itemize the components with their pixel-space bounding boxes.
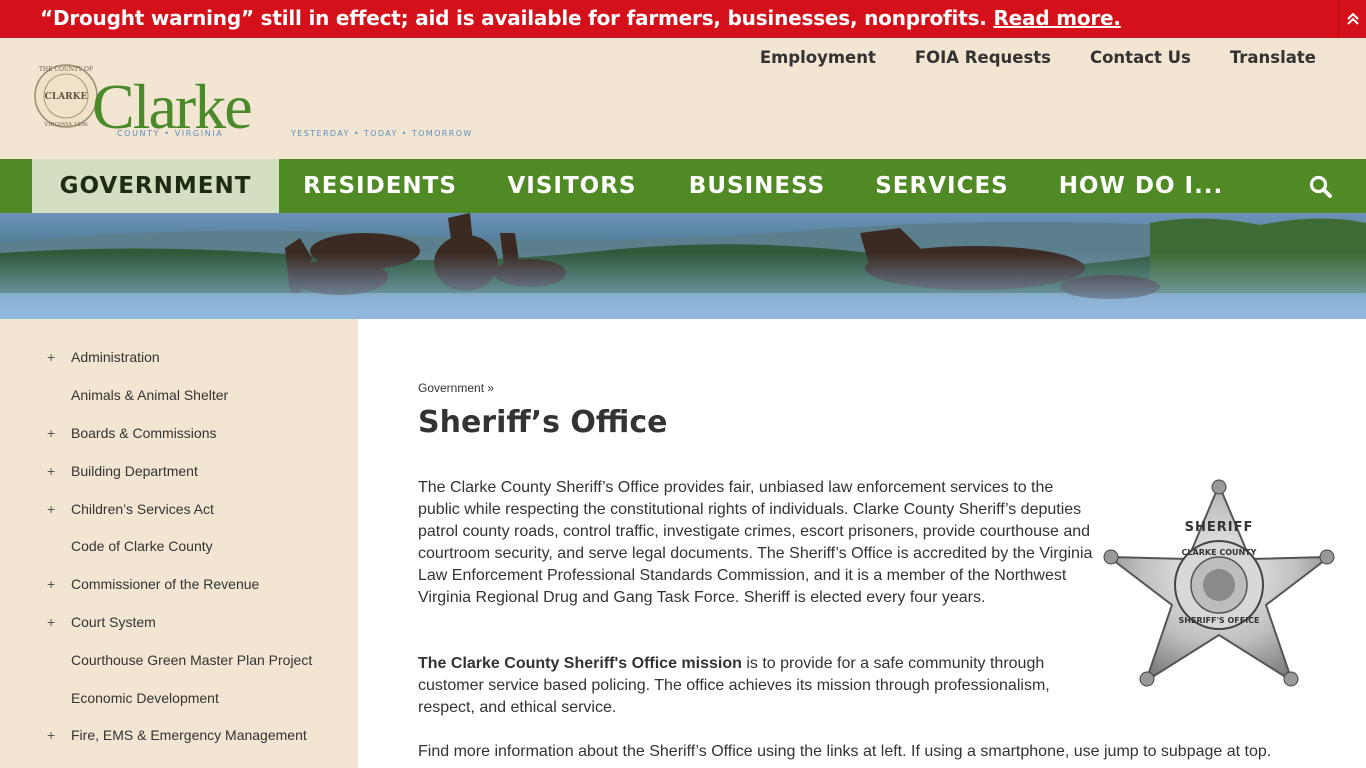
sidebar-item-administration[interactable]: + Administration: [0, 349, 358, 387]
logo-subtitle: COUNTY • VIRGINIA: [117, 129, 223, 138]
expand-icon[interactable]: +: [47, 727, 55, 743]
utility-link-contact[interactable]: Contact Us: [1090, 48, 1191, 67]
main-content: Government » Sheriff’s Office The Clarke…: [358, 319, 1366, 768]
sidebar-item-court[interactable]: + Court System: [0, 614, 358, 652]
sidebar-item-fire-ems[interactable]: + Fire, EMS & Emergency Management: [0, 727, 358, 765]
utility-link-employment[interactable]: Employment: [760, 48, 876, 67]
sidebar-nav: + Administration Animals & Animal Shelte…: [0, 319, 358, 768]
sidebar-item-animals[interactable]: Animals & Animal Shelter: [0, 387, 358, 425]
breadcrumb[interactable]: Government »: [418, 381, 494, 395]
sidebar-item-label[interactable]: Animals & Animal Shelter: [71, 387, 228, 403]
seal-middle-text: CLARKE: [45, 92, 88, 102]
seal-bottom-text: VIRGINIA 1836: [43, 122, 88, 128]
county-seal-icon: THE COUNTY OF CLARKE VIRGINIA 1836: [34, 64, 98, 128]
alert-bar: “Drought warning” still in effect; aid i…: [0, 0, 1366, 38]
nav-visitors[interactable]: VISITORS: [481, 159, 663, 213]
expand-icon[interactable]: +: [47, 425, 55, 441]
sidebar-item-economic[interactable]: Economic Development: [0, 690, 358, 728]
clarke-county-logo[interactable]: THE COUNTY OF CLARKE VIRGINIA 1836 Clark…: [34, 56, 504, 146]
sidebar-item-label[interactable]: Code of Clarke County: [71, 538, 213, 554]
mission-paragraph: The Clarke County Sheriff's Office missi…: [418, 653, 1098, 719]
sidebar-item-label[interactable]: Fire, EMS & Emergency Management: [71, 727, 307, 743]
expand-icon[interactable]: +: [47, 501, 55, 517]
alert-text: “Drought warning” still in effect; aid i…: [40, 6, 987, 30]
double-chevron-up-icon: [1346, 12, 1359, 25]
sidebar-item-label[interactable]: Court System: [71, 614, 156, 630]
utility-nav: Employment FOIA Requests Contact Us Tran…: [760, 48, 1316, 67]
logo-tagline: YESTERDAY • TODAY • TOMORROW: [290, 129, 473, 138]
more-info-paragraph: Find more information about the Sheriff’…: [418, 743, 1272, 760]
badge-top-text: SHERIFF: [1185, 520, 1254, 535]
sheriff-badge-image: SHERIFF CLARKE COUNTY SHERIFF'S OFFICE: [1103, 479, 1335, 687]
sidebar-item-label[interactable]: Children’s Services Act: [71, 501, 214, 517]
sidebar-item-building[interactable]: + Building Department: [0, 463, 358, 501]
expand-icon[interactable]: +: [47, 463, 55, 479]
seal-top-text: THE COUNTY OF: [39, 66, 93, 73]
page-title: Sheriff’s Office: [418, 405, 668, 440]
expand-icon[interactable]: +: [47, 349, 55, 365]
site-header: THE COUNTY OF CLARKE VIRGINIA 1836 Clark…: [0, 38, 1366, 159]
sidebar-item-label[interactable]: Courthouse Green Master Plan Project: [71, 652, 312, 668]
sidebar-item-label[interactable]: Boards & Commissions: [71, 425, 217, 441]
expand-icon[interactable]: +: [47, 576, 55, 592]
sidebar-item-label[interactable]: Economic Development: [71, 690, 219, 706]
badge-ring-text: CLARKE COUNTY: [1182, 548, 1257, 557]
mission-bold: The Clarke County Sheriff's Office missi…: [418, 655, 742, 672]
sidebar-item-courthouse-green[interactable]: Courthouse Green Master Plan Project: [0, 652, 358, 690]
sidebar-item-label[interactable]: Commissioner of the Revenue: [71, 576, 259, 592]
nav-services[interactable]: SERVICES: [851, 159, 1033, 213]
sidebar-item-code[interactable]: Code of Clarke County: [0, 538, 358, 576]
sidebar-item-commissioner[interactable]: + Commissioner of the Revenue: [0, 576, 358, 614]
utility-link-translate[interactable]: Translate: [1230, 48, 1316, 67]
expand-icon[interactable]: +: [47, 614, 55, 630]
nav-business[interactable]: BUSINESS: [663, 159, 851, 213]
sidebar-item-boards[interactable]: + Boards & Commissions: [0, 425, 358, 463]
utility-link-foia[interactable]: FOIA Requests: [915, 48, 1051, 67]
alert-message: “Drought warning” still in effect; aid i…: [40, 6, 1121, 30]
badge-bottom-text: SHERIFF'S OFFICE: [1178, 616, 1259, 625]
sidebar-item-label[interactable]: Administration: [71, 349, 160, 365]
alert-collapse-button[interactable]: [1338, 0, 1366, 38]
alert-read-more-link[interactable]: Read more.: [993, 6, 1121, 30]
sidebar-item-childrens-services[interactable]: + Children’s Services Act: [0, 501, 358, 539]
nav-government[interactable]: GOVERNMENT: [32, 159, 279, 213]
nav-residents[interactable]: RESIDENTS: [279, 159, 481, 213]
intro-paragraph: The Clarke County Sheriff’s Office provi…: [418, 479, 1093, 606]
horses-banner-image: [0, 213, 1366, 319]
nav-how-do-i[interactable]: HOW DO I...: [1033, 159, 1249, 213]
main-nav: GOVERNMENT RESIDENTS VISITORS BUSINESS S…: [0, 159, 1366, 213]
hero-banner-image: [0, 213, 1366, 319]
sidebar-item-label[interactable]: Building Department: [71, 463, 198, 479]
search-icon[interactable]: [1308, 174, 1334, 200]
